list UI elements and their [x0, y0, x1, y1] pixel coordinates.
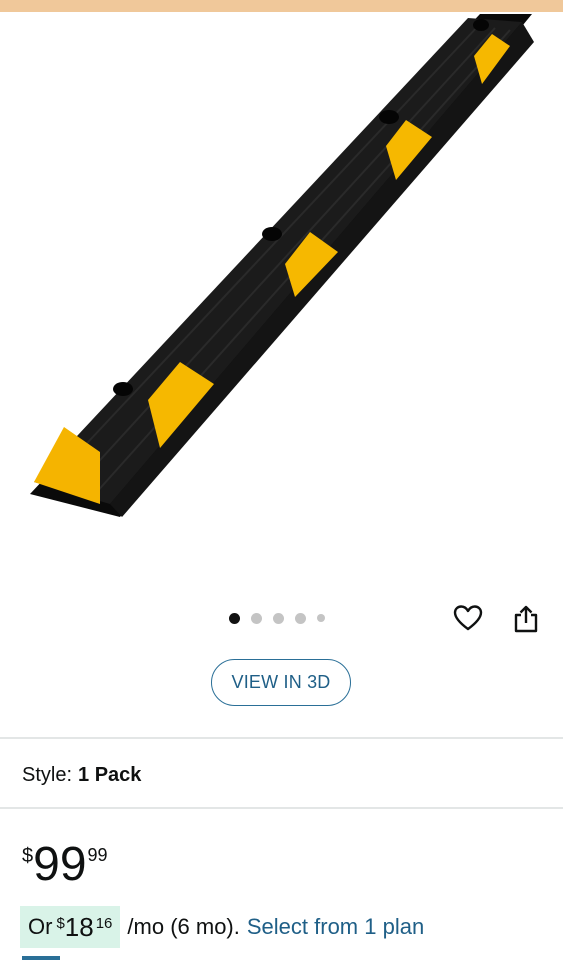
financing-term: /mo (6 mo).: [127, 914, 240, 939]
mounting-hole: [113, 382, 133, 396]
carousel-dot[interactable]: [295, 612, 306, 624]
price-fraction: 99: [87, 845, 108, 865]
financing-offer: Or $ 18 16 /mo (6 mo). Select from 1 pla…: [20, 906, 424, 948]
share-icon: [514, 605, 538, 633]
financing-amount: Or $ 18 16: [20, 906, 121, 948]
divider: [0, 807, 563, 809]
image-carousel-dots[interactable]: [229, 611, 325, 625]
parking-curb-illustration: [30, 14, 534, 517]
carousel-dot[interactable]: [317, 614, 325, 622]
product-price: $ 99 99: [22, 840, 108, 890]
view-in-3d-button[interactable]: VIEW IN 3D: [211, 659, 351, 706]
style-selector[interactable]: Style: 1 Pack: [22, 764, 141, 787]
divider: [0, 737, 563, 739]
share-button[interactable]: [510, 602, 542, 636]
carousel-dot[interactable]: [273, 612, 284, 624]
carousel-dot[interactable]: [251, 612, 262, 624]
favorite-button[interactable]: [452, 602, 484, 634]
financing-currency: $: [56, 915, 65, 932]
price-currency: $: [22, 845, 34, 867]
product-image[interactable]: [0, 12, 563, 580]
select-plan-link[interactable]: Select from 1 plan: [247, 914, 424, 940]
bottom-accent-bar: [22, 956, 60, 960]
carousel-dot-active[interactable]: [229, 612, 240, 624]
top-strip: [0, 0, 563, 12]
mounting-hole: [379, 110, 399, 124]
mounting-hole: [262, 227, 282, 241]
financing-prefix: Or: [28, 914, 53, 939]
price-whole: 99: [33, 838, 87, 891]
style-value: 1 Pack: [78, 764, 142, 786]
financing-whole: 18: [64, 911, 94, 942]
financing-fraction: 16: [95, 915, 113, 932]
mounting-hole: [473, 19, 489, 31]
style-label: Style:: [22, 764, 73, 786]
heart-icon: [453, 605, 483, 631]
